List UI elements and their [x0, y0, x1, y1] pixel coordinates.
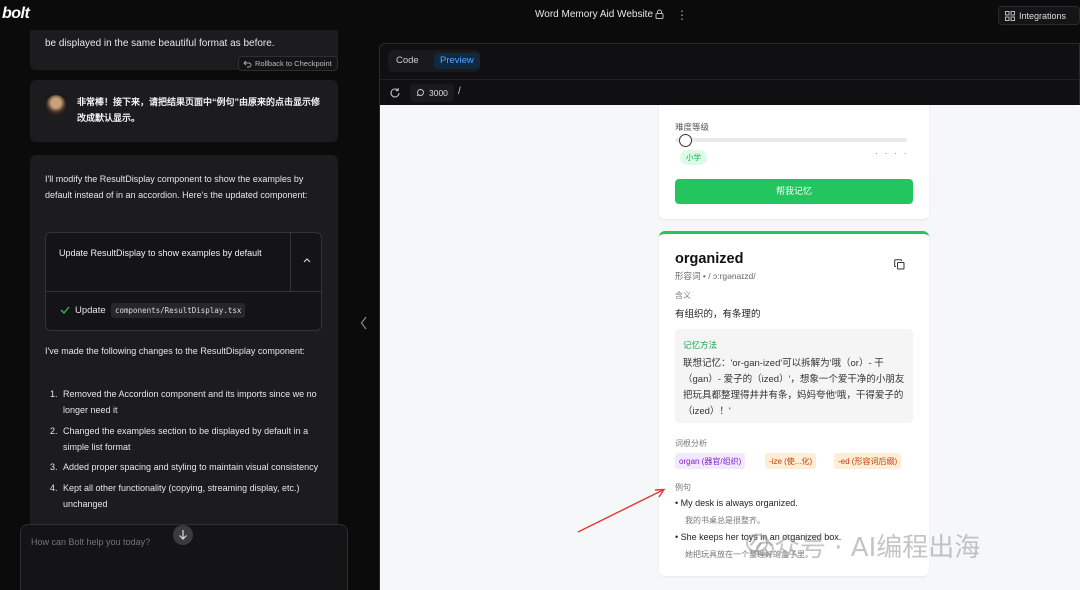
integrations-button[interactable]: Integrations	[998, 6, 1080, 25]
memory-method-text: 联想记忆：'or-gan-ized'可以拆解为'哦（or）- 干（gan）- 爱…	[683, 358, 905, 417]
preview-page: 难度等级 小学 · · · · 帮我记忆 organized 形容词 • / ɔ…	[380, 105, 1080, 590]
preview-address-bar: 3000 /	[380, 79, 1080, 105]
lock-icon	[655, 9, 664, 19]
list-item-number: 3.	[50, 462, 58, 472]
artifact-divider	[46, 291, 323, 292]
input-card: 难度等级 小学 · · · · 帮我记忆	[659, 105, 929, 219]
difficulty-slider[interactable]	[675, 138, 907, 142]
undo-icon	[243, 60, 252, 68]
port-selector[interactable]: 3000	[410, 84, 454, 102]
difficulty-label: 难度等级	[675, 122, 710, 132]
list-item-number: 2.	[50, 425, 58, 436]
examples-label: 例句	[675, 483, 691, 492]
more-vertical-icon[interactable]: ⋮	[676, 8, 688, 22]
project-title[interactable]: Word Memory Aid Website	[535, 9, 653, 20]
list-item: 2. Changed the examples section to be dis…	[50, 423, 328, 455]
list-item-text: Changed the examples section to be displ…	[63, 425, 309, 452]
reload-icon[interactable]	[389, 87, 401, 99]
difficulty-slider-handle[interactable]	[679, 134, 692, 147]
rollback-label: Rollback to Checkpoint	[255, 59, 332, 68]
meaning-label: 含义	[675, 291, 691, 300]
list-item: 1. Removed the Accordion component and it…	[50, 386, 328, 418]
integrations-label: Integrations	[1019, 11, 1067, 21]
level-dots: · · · ·	[875, 148, 909, 158]
list-item-text: Kept all other functionality (copying, s…	[63, 482, 300, 509]
arrow-down-icon	[179, 530, 187, 540]
memory-method-box: 记忆方法 联想记忆：'or-gan-ized'可以拆解为'哦（or）- 干（ga…	[675, 329, 913, 423]
chevron-up-icon	[303, 258, 311, 263]
tab-code[interactable]: Code	[396, 55, 419, 66]
meaning-text: 有组织的，有条理的	[675, 309, 761, 320]
workbench-tabs: Code Preview	[380, 44, 1080, 77]
annotation-arrow-icon	[577, 488, 666, 533]
example-sentence-en: • My desk is always organized.	[675, 498, 798, 508]
url-path[interactable]: /	[458, 86, 461, 97]
list-item: 4. Kept all other functionality (copying,…	[50, 480, 328, 512]
rollback-button[interactable]: Rollback to Checkpoint	[238, 56, 338, 71]
artifact-step-file[interactable]: components/ResultDisplay.tsx	[111, 303, 246, 318]
watermark: 公众号 · AI编程出海	[748, 533, 981, 563]
plug-icon	[416, 89, 424, 97]
word-title: organized	[675, 251, 744, 267]
user-message: 非常棒！接下来，请把结果页面中“例句”由原来的点击显示修改成默认显示。	[30, 80, 338, 142]
etymology-label: 词根分析	[675, 439, 707, 448]
chevron-left-icon[interactable]	[360, 316, 368, 330]
chat-panel: be displayed in the same beautiful forma…	[0, 30, 370, 590]
list-item: 3. Added proper spacing and styling to ma…	[50, 459, 328, 475]
view-switch: Code Preview	[388, 50, 480, 72]
list-item-text: Removed the Accordion component and its …	[63, 389, 317, 415]
copy-icon[interactable]	[894, 259, 905, 270]
bolt-logo[interactable]: bolt	[2, 5, 30, 23]
etymology-chip: -ed (形容词后缀)	[834, 453, 902, 469]
previous-message-text: be displayed in the same beautiful forma…	[45, 38, 275, 49]
result-card: organized 形容词 • / ɔ:rɡənaɪzd/ 含义 有组织的，有条…	[659, 231, 929, 576]
memorize-button[interactable]: 帮我记忆	[675, 179, 913, 204]
grid-icon	[1005, 11, 1015, 21]
assistant-summary-text: I've made the following changes to the R…	[45, 346, 305, 356]
scroll-to-bottom-button[interactable]	[173, 525, 193, 545]
port-number: 3000	[429, 88, 448, 98]
artifact-step-label: Update	[75, 305, 106, 316]
top-bar: bolt Word Memory Aid Website ⋮ Integrati…	[0, 0, 1080, 30]
tab-preview[interactable]: Preview	[434, 53, 480, 69]
changes-list: 1. Removed the Accordion component and it…	[50, 386, 328, 516]
example-sentence-zh: 我的书桌总是很整齐。	[685, 516, 765, 525]
etymology-chip: organ (器官/组织)	[675, 453, 746, 469]
etymology-chip: -ize (使...化)	[765, 453, 817, 469]
user-avatar	[46, 95, 66, 115]
check-icon	[60, 306, 70, 314]
artifact-card[interactable]: Update ResultDisplay to show examples by…	[45, 232, 323, 331]
artifact-title[interactable]: Update ResultDisplay to show examples by…	[46, 233, 291, 291]
memory-method-title: 记忆方法	[683, 340, 718, 350]
level-badge: 小学	[680, 150, 707, 165]
list-item-number: 4.	[50, 482, 58, 493]
part-of-speech-phonetic: 形容词 • / ɔ:rɡənaɪzd/	[675, 271, 756, 281]
assistant-intro-text: I'll modify the ResultDisplay component …	[45, 174, 308, 200]
artifact-toggle-button[interactable]	[290, 233, 322, 291]
list-item-number: 1.	[50, 389, 58, 399]
user-message-text: 非常棒！接下来，请把结果页面中“例句”由原来的点击显示修改成默认显示。	[77, 97, 321, 123]
list-item-text: Added proper spacing and styling to main…	[63, 462, 319, 472]
